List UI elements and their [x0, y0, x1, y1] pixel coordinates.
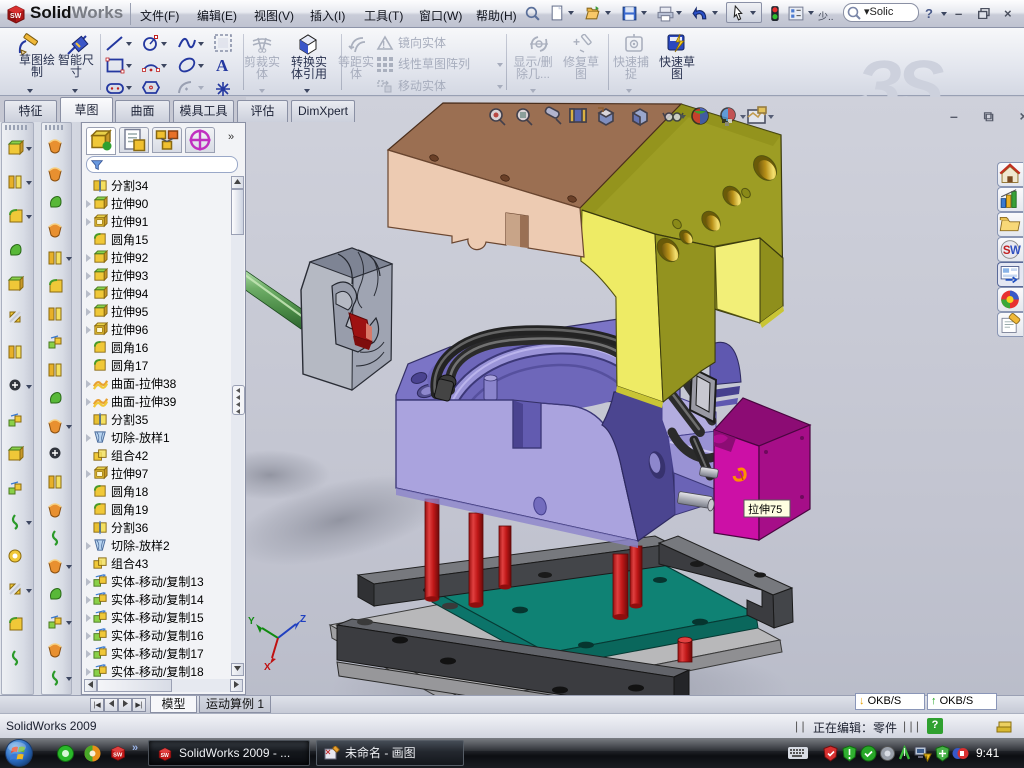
svg-text:SW: SW [161, 753, 169, 759]
svg-text:Z: Z [300, 614, 306, 625]
svg-text:!: ! [382, 40, 385, 51]
svg-text:W: W [1010, 245, 1021, 257]
svg-text:SW: SW [10, 13, 22, 20]
svg-text:X: X [264, 662, 271, 673]
svg-text:SW: SW [113, 752, 123, 758]
svg-text:拉伸75: 拉伸75 [748, 502, 782, 516]
svg-text:+: + [573, 35, 580, 49]
svg-text:Y: Y [248, 616, 255, 627]
svg-text:A: A [216, 56, 229, 75]
